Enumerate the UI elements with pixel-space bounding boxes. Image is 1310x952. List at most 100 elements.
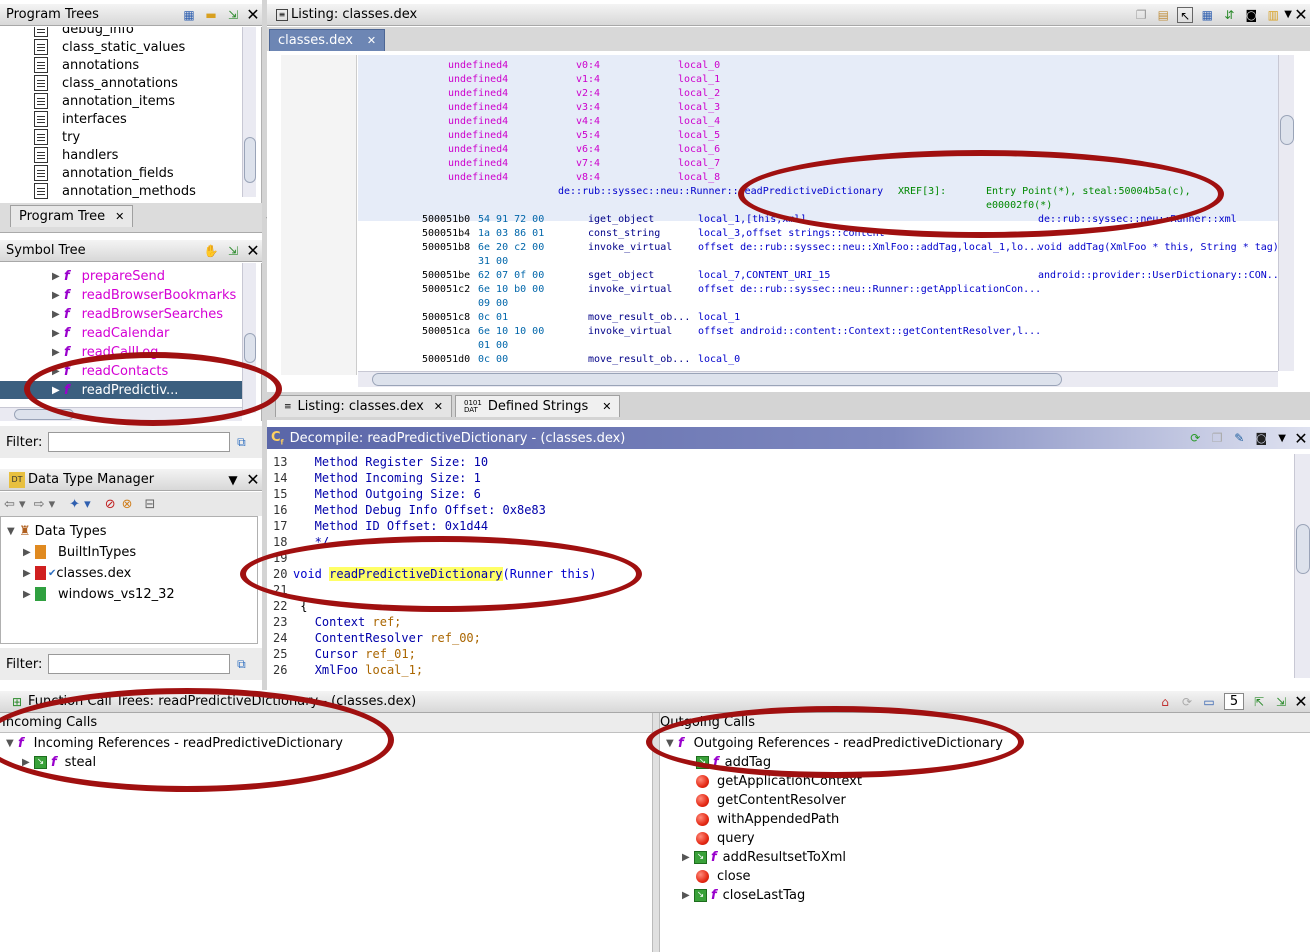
close-icon[interactable]: ✕ — [1292, 429, 1310, 448]
tab-program-tree[interactable]: Program Tree ✕ — [10, 205, 134, 227]
expand-icon[interactable]: ▶ — [23, 589, 35, 600]
refresh-tree-icon[interactable]: ⇲ — [225, 7, 241, 23]
code-line[interactable]: 17 Method ID Offset: 0x1d44 — [269, 518, 488, 534]
expand-icon[interactable]: ▶ — [23, 568, 35, 579]
tree-item[interactable]: annotation_methods — [34, 182, 196, 200]
filter-options-icon[interactable]: ⧉ — [233, 434, 249, 450]
navigate-in-icon[interactable]: ⇲ — [1273, 694, 1289, 710]
tab-defined-strings[interactable]: 0101 DAT Defined Strings ✕ — [455, 395, 621, 417]
code-line[interactable]: 26 XmlFoo local_1; — [269, 662, 423, 678]
navigate-out-icon[interactable]: ⇱ — [1251, 694, 1267, 710]
back-arrow-icon[interactable]: ⇦ ▾ — [4, 497, 26, 512]
tree-item[interactable]: annotation_items — [34, 92, 175, 110]
expand-icon[interactable]: ▶ — [52, 309, 64, 320]
forward-arrow-icon[interactable]: ⇨ ▾ — [34, 497, 56, 512]
expand-icon[interactable]: ▶ — [52, 328, 64, 339]
code-line[interactable]: 25 Cursor ref_01; — [269, 646, 416, 662]
close-tab-icon[interactable]: ✕ — [115, 210, 124, 223]
data-types-root[interactable]: ▼ ♜ Data Types — [7, 522, 106, 540]
tree-item[interactable]: debug_info — [34, 27, 134, 38]
menu-dropdown-icon[interactable]: ▼ — [1284, 9, 1292, 20]
outgoing-item[interactable]: close — [696, 867, 750, 885]
action-dropdown-icon[interactable]: ✦ ▾ — [69, 497, 91, 512]
code-line[interactable]: 24 ContentResolver ref_00; — [269, 630, 481, 646]
filter-options-icon[interactable]: ⧉ — [233, 656, 249, 672]
refresh-icon[interactable]: ⟳ — [1187, 430, 1203, 446]
tab-listing[interactable]: ≡ Listing: classes.dex ✕ — [275, 395, 452, 417]
edit-icon[interactable]: ✎ — [1231, 430, 1247, 446]
outgoing-item[interactable]: ▶ ↘ f addResultsetToXml — [682, 848, 846, 866]
vertical-scrollbar[interactable] — [242, 27, 256, 197]
close-icon[interactable]: ✕ — [1292, 5, 1310, 24]
symbol-item[interactable]: ▶ f readCalendar — [52, 324, 169, 342]
tree-item[interactable]: annotation_fields — [34, 164, 174, 182]
code-line[interactable]: 14 Method Incoming Size: 1 — [269, 470, 481, 486]
filter-input[interactable] — [48, 654, 231, 674]
code-line[interactable]: 15 Method Outgoing Size: 6 — [269, 486, 481, 502]
tree-item-label: annotation_methods — [62, 183, 196, 199]
tree-item[interactable]: try — [34, 128, 80, 146]
close-icon[interactable]: ✕ — [244, 241, 262, 260]
data-type-item[interactable]: ▶ windows_vs12_32 — [23, 585, 175, 603]
horizontal-scrollbar[interactable] — [358, 371, 1278, 387]
expand-icon[interactable]: ▶ — [52, 271, 64, 282]
expand-icon[interactable]: ▶ — [23, 547, 35, 558]
snapshot-camera-icon[interactable]: ◙ — [1243, 7, 1259, 23]
tree-item[interactable]: class_annotations — [34, 74, 178, 92]
code-line[interactable]: 13 Method Register Size: 10 — [269, 454, 488, 470]
filter-array-icon[interactable]: ⊘ — [105, 497, 116, 512]
data-type-item[interactable]: ▶ BuiltInTypes — [23, 543, 136, 561]
outgoing-item[interactable]: withAppendedPath — [696, 810, 839, 828]
code-line[interactable]: 16 Method Debug Info Offset: 0x8e83 — [269, 502, 546, 518]
collapse-icon[interactable]: ⊟ — [145, 497, 156, 512]
close-tab-icon[interactable]: ✕ — [434, 400, 443, 413]
refresh-icon[interactable]: ⇲ — [225, 243, 241, 259]
tree-item[interactable]: handlers — [34, 146, 118, 164]
close-tab-icon[interactable]: ✕ — [367, 34, 376, 47]
code-line[interactable]: 23 Context ref; — [269, 614, 401, 630]
filter-input[interactable] — [48, 432, 231, 452]
tree-item[interactable]: annotations — [34, 56, 139, 74]
window-icon[interactable]: ▭ — [1201, 694, 1217, 710]
field-editor-icon[interactable]: ▦ — [1199, 7, 1215, 23]
outgoing-item[interactable]: getContentResolver — [696, 791, 846, 809]
expand-icon[interactable]: ▶ — [52, 290, 64, 301]
data-type-item[interactable]: ▶ ✔ classes.dex — [23, 564, 131, 582]
symbol-item[interactable]: ▶ f readBrowserSearches — [52, 305, 223, 323]
outgoing-item[interactable]: query — [696, 829, 755, 847]
snapshot-camera-icon[interactable]: ◙ — [1253, 430, 1269, 446]
close-icon[interactable]: ✕ — [244, 470, 262, 489]
cursor-select-icon[interactable]: ↖ — [1177, 6, 1194, 23]
copy-icon[interactable]: ❐ — [1133, 7, 1149, 23]
diff-icon[interactable]: ⇵ — [1221, 7, 1237, 23]
open-folder-icon[interactable]: ▬ — [203, 7, 219, 23]
outgoing-item[interactable]: ▶ ↘ f closeLastTag — [682, 886, 805, 904]
layout-icon[interactable]: ▥ — [1265, 7, 1281, 23]
tree-item[interactable]: class_static_values — [34, 38, 185, 56]
close-icon[interactable]: ✕ — [1292, 692, 1310, 711]
thumb-icon[interactable]: ✋ — [203, 243, 219, 259]
paste-icon[interactable]: ▤ — [1155, 7, 1171, 23]
tree-item[interactable]: interfaces — [34, 110, 127, 128]
program-tree-tabbar: Program Tree ✕ — [0, 203, 262, 233]
tab-classes-dex[interactable]: classes.dex ✕ — [269, 29, 386, 51]
add-tree-icon[interactable]: ▦ — [181, 7, 197, 23]
close-icon[interactable]: ✕ — [244, 5, 262, 24]
menu-dropdown-icon[interactable]: ▼ — [1278, 433, 1286, 444]
expand-icon[interactable]: ▶ — [682, 852, 694, 863]
tree-item-label: closeLastTag — [722, 887, 806, 903]
refresh-icon[interactable]: ⟳ — [1179, 694, 1195, 710]
vertical-scrollbar[interactable] — [1294, 454, 1310, 678]
home-icon[interactable]: ⌂ — [1157, 694, 1173, 710]
menu-dropdown-icon[interactable]: ▼ — [225, 472, 241, 488]
filter-pointer-icon[interactable]: ⊗ — [122, 497, 133, 512]
symbol-item[interactable]: ▶ f readBrowserBookmarks — [52, 286, 236, 304]
copy-icon[interactable]: ❐ — [1209, 430, 1225, 446]
close-tab-icon[interactable]: ✕ — [602, 400, 611, 413]
symbol-item[interactable]: ▶ f prepareSend — [52, 267, 165, 285]
expand-icon[interactable]: ▶ — [682, 890, 694, 901]
collapse-icon[interactable]: ▼ — [7, 526, 19, 537]
expand-icon[interactable]: ▶ — [52, 347, 64, 358]
depth-count[interactable]: 5 — [1224, 693, 1244, 710]
vertical-scrollbar[interactable] — [1278, 55, 1294, 371]
